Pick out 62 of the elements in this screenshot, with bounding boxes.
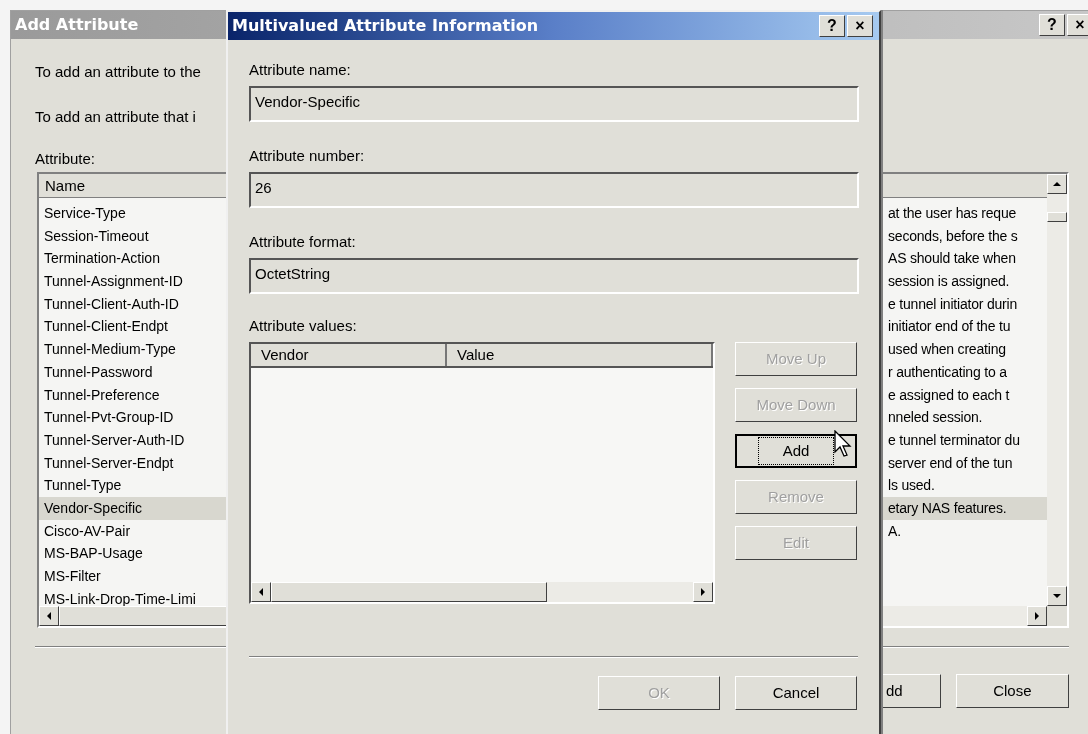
cursor-icon bbox=[834, 430, 852, 458]
input-field[interactable]: Vendor-Specific bbox=[249, 86, 859, 122]
table-cell-text: Termination-Action bbox=[43, 249, 161, 269]
table-cell-text: Cisco-AV-Pair bbox=[43, 521, 132, 541]
scroll-thumb[interactable] bbox=[271, 582, 547, 602]
table-cell-text: server end of the tun bbox=[888, 453, 1013, 473]
arrow-right-icon bbox=[1032, 611, 1042, 621]
input-field[interactable]: OctetString bbox=[249, 258, 859, 294]
field-label: Attribute name: bbox=[249, 60, 351, 80]
table-cell-text: Tunnel-Preference bbox=[43, 385, 161, 405]
table-cell-text: Tunnel-Password bbox=[43, 362, 154, 382]
table-cell-text: Tunnel-Server-Endpt bbox=[43, 453, 175, 473]
table-cell-text: Tunnel-Type bbox=[43, 476, 123, 496]
column-header[interactable]: Value bbox=[447, 344, 713, 366]
table-cell-text: Tunnel-Pvt-Group-ID bbox=[43, 408, 175, 428]
window-title: Add Attribute bbox=[15, 14, 139, 36]
column-header[interactable]: Vendor bbox=[251, 344, 447, 366]
table-cell-text: A. bbox=[888, 521, 901, 541]
arrow-up-icon bbox=[1052, 179, 1062, 189]
table-cell-text: r authenticating to a bbox=[888, 362, 1007, 382]
title-bar-button[interactable]: × bbox=[1067, 14, 1088, 36]
scrollbar-corner bbox=[1047, 606, 1067, 626]
list-label: Attribute: bbox=[35, 149, 96, 169]
field-label: Attribute format: bbox=[249, 232, 356, 252]
table-cell-text: etary NAS features. bbox=[888, 498, 1007, 518]
instruction-text: To add an attribute to the bbox=[35, 62, 201, 82]
field-label: Attribute number: bbox=[249, 146, 365, 166]
dialog-button[interactable]: Add bbox=[735, 434, 857, 468]
table-cell-text: Tunnel-Client-Auth-ID bbox=[43, 294, 180, 314]
arrow-right-icon bbox=[698, 587, 708, 597]
title-bar-button[interactable]: ? bbox=[1039, 14, 1065, 36]
instruction-text: To add an attribute that i bbox=[35, 107, 196, 127]
scroll-arrow-button[interactable] bbox=[1047, 174, 1067, 194]
table-cell-text: MS-Link-Drop-Time-Limi bbox=[43, 589, 197, 606]
horizontal-scrollbar[interactable] bbox=[251, 582, 713, 602]
scroll-arrow-button[interactable] bbox=[693, 582, 713, 602]
table-cell-text: nneled session. bbox=[888, 408, 983, 428]
table-cell-text: AS should take when bbox=[888, 249, 1016, 269]
title-bar-button[interactable]: × bbox=[847, 15, 873, 37]
scroll-arrow-button[interactable] bbox=[1027, 606, 1047, 626]
table-cell-text: e tunnel initiator durin bbox=[888, 294, 1018, 314]
table-cell-text: e tunnel terminator du bbox=[888, 430, 1020, 450]
dialog-button[interactable]: dd bbox=[881, 674, 941, 708]
scroll-arrow-button[interactable] bbox=[251, 582, 271, 602]
window-title: Multivalued Attribute Information bbox=[232, 15, 539, 37]
scroll-arrow-button[interactable] bbox=[1047, 586, 1067, 606]
table-cell-text: MS-Filter bbox=[43, 567, 102, 586]
table-cell-text: Service-Type bbox=[43, 204, 127, 223]
dialog-button[interactable]: Cancel bbox=[735, 676, 857, 710]
title-bar-button[interactable]: ? bbox=[819, 15, 845, 37]
table-cell-text: Tunnel-Server-Auth-ID bbox=[43, 430, 186, 450]
list-label: Attribute values: bbox=[249, 316, 357, 336]
table-cell-text: e assigned to each t bbox=[888, 385, 1010, 405]
arrow-down-icon bbox=[1052, 591, 1062, 601]
table-cell-text: ls used. bbox=[888, 476, 935, 496]
scroll-thumb[interactable] bbox=[1047, 212, 1067, 222]
dialog-button[interactable]: Close bbox=[955, 674, 1069, 708]
scroll-arrow-button[interactable] bbox=[39, 606, 59, 626]
vertical-scrollbar[interactable] bbox=[1047, 174, 1067, 606]
input-field[interactable]: 26 bbox=[249, 172, 859, 208]
table-cell-text: Vendor-Specific bbox=[43, 498, 144, 518]
table-cell-text: at the user has reque bbox=[888, 204, 1017, 223]
